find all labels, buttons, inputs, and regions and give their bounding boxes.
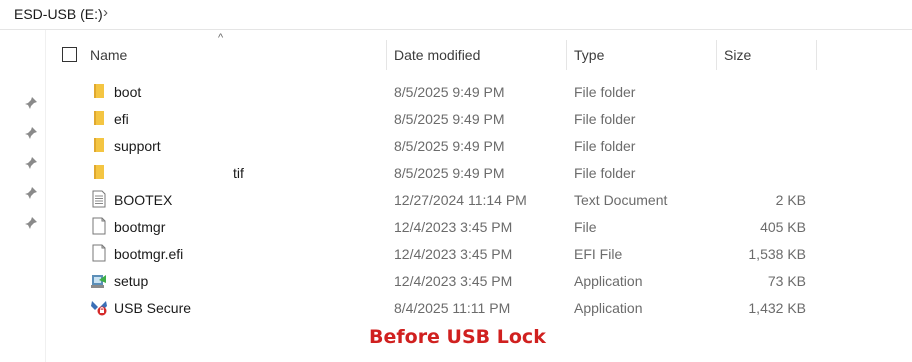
breadcrumb-drive[interactable]: ESD-USB (E:) (14, 6, 103, 22)
column-header: ^ Name Date modified Type Size (46, 30, 912, 70)
file-date: 8/5/2025 9:49 PM (394, 138, 505, 154)
file-size: 1,538 KB (748, 246, 806, 262)
address-bar[interactable]: ESD-USB (E:) › (0, 0, 912, 30)
select-all-checkbox[interactable] (62, 47, 77, 62)
file-date: 8/5/2025 9:49 PM (394, 84, 505, 100)
pin-icon[interactable] (24, 186, 38, 200)
file-size: 1,432 KB (748, 300, 806, 316)
column-separator[interactable] (386, 40, 387, 70)
file-type: Text Document (574, 192, 668, 208)
file-size: 73 KB (767, 273, 806, 289)
file-date: 8/5/2025 9:49 PM (394, 165, 505, 181)
file-name: USB Secure (114, 300, 192, 316)
file-name: tif (233, 165, 244, 181)
file-date: 8/5/2025 9:49 PM (394, 111, 505, 127)
file-name: setup (114, 273, 149, 289)
column-separator[interactable] (816, 40, 817, 70)
column-size[interactable]: Size (724, 47, 751, 63)
file-name: efi (114, 111, 129, 127)
chevron-right-icon[interactable]: › (103, 4, 108, 21)
file-row[interactable]: setup 12/4/2023 3:45 PM Application 73 K… (46, 267, 912, 294)
file-row[interactable]: support 8/5/2025 9:49 PM File folder (46, 132, 912, 159)
pin-icon[interactable] (24, 96, 38, 110)
file-date: 12/4/2023 3:45 PM (394, 273, 513, 289)
quick-access-pins (0, 30, 45, 362)
usb-secure-app-icon (91, 301, 107, 316)
setup-app-icon (91, 275, 106, 288)
file-type: File (574, 219, 597, 235)
text-document-icon (92, 190, 106, 208)
pin-icon[interactable] (24, 156, 38, 170)
file-row[interactable]: bootmgr.efi 12/4/2023 3:45 PM EFI File 1… (46, 240, 912, 267)
sort-ascending-icon: ^ (218, 32, 224, 44)
file-type: EFI File (574, 246, 623, 262)
file-row[interactable]: boot 8/5/2025 9:49 PM File folder (46, 78, 912, 105)
file-date: 12/4/2023 3:45 PM (394, 219, 513, 235)
folder-icon (94, 111, 104, 125)
file-size: 2 KB (775, 192, 806, 208)
file-date: 12/4/2023 3:45 PM (394, 246, 513, 262)
caption-before-usb-lock: Before USB Lock (369, 326, 546, 348)
file-type: Application (574, 273, 643, 289)
folder-icon (94, 84, 104, 98)
file-date: 12/27/2024 11:14 PM (394, 192, 527, 208)
column-separator[interactable] (566, 40, 567, 70)
column-separator[interactable] (716, 40, 717, 70)
file-row[interactable]: BOOTEX 12/27/2024 11:14 PM Text Document… (46, 186, 912, 213)
file-type: Application (574, 300, 643, 316)
file-name: bootmgr.efi (114, 246, 184, 262)
column-date-modified[interactable]: Date modified (394, 47, 480, 63)
folder-icon (94, 138, 104, 152)
file-row[interactable]: USB Secure 8/4/2025 11:11 PM Application… (46, 294, 912, 321)
file-type: File folder (574, 138, 636, 154)
file-name: BOOTEX (114, 192, 173, 208)
file-type: File folder (574, 84, 636, 100)
file-name: boot (114, 84, 142, 100)
file-icon (92, 217, 106, 235)
file-name: support (114, 138, 161, 154)
pin-icon[interactable] (24, 126, 38, 140)
folder-icon (94, 165, 104, 179)
file-type: File folder (574, 165, 636, 181)
column-name[interactable]: Name (90, 47, 127, 63)
file-row[interactable]: bootmgr 12/4/2023 3:45 PM File 405 KB (46, 213, 912, 240)
file-name: bootmgr (114, 219, 166, 235)
pin-icon[interactable] (24, 216, 38, 230)
file-type: File folder (574, 111, 636, 127)
file-size: 405 KB (760, 219, 806, 235)
file-date: 8/4/2025 11:11 PM (394, 300, 511, 316)
file-row[interactable]: tif 8/5/2025 9:49 PM File folder (46, 159, 912, 186)
column-type[interactable]: Type (574, 47, 604, 63)
file-row[interactable]: efi 8/5/2025 9:49 PM File folder (46, 105, 912, 132)
file-icon (92, 244, 106, 262)
